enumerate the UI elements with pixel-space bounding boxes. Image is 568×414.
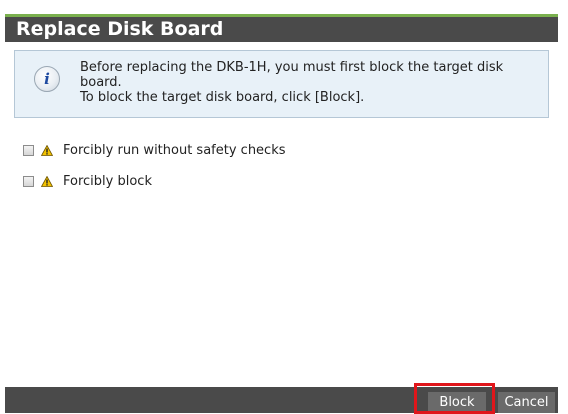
cancel-button[interactable]: Cancel	[498, 392, 555, 413]
option-forcibly-run[interactable]: Forcibly run without safety checks	[23, 141, 286, 159]
info-message-box: i Before replacing the DKB-1H, you must …	[14, 50, 549, 118]
info-icon: i	[34, 66, 60, 92]
warning-icon	[41, 175, 53, 187]
forcibly-run-label: Forcibly run without safety checks	[63, 142, 286, 158]
forcibly-run-checkbox[interactable]	[23, 144, 34, 156]
info-message-line2: To block the target disk board, click [B…	[80, 90, 365, 105]
info-message-line1: Before replacing the DKB-1H, you must fi…	[80, 60, 504, 90]
info-message: Before replacing the DKB-1H, you must fi…	[80, 60, 540, 105]
dialog-title: Replace Disk Board	[16, 18, 224, 40]
dialog-footer: Block Cancel	[5, 387, 558, 413]
replace-disk-board-dialog: Replace Disk Board i Before replacing th…	[0, 0, 568, 414]
block-button[interactable]: Block	[428, 392, 486, 413]
warning-icon	[41, 144, 53, 156]
option-forcibly-block[interactable]: Forcibly block	[23, 172, 152, 190]
forcibly-block-checkbox[interactable]	[23, 175, 34, 187]
forcibly-block-label: Forcibly block	[63, 173, 152, 189]
dialog-titlebar: Replace Disk Board	[5, 14, 558, 42]
